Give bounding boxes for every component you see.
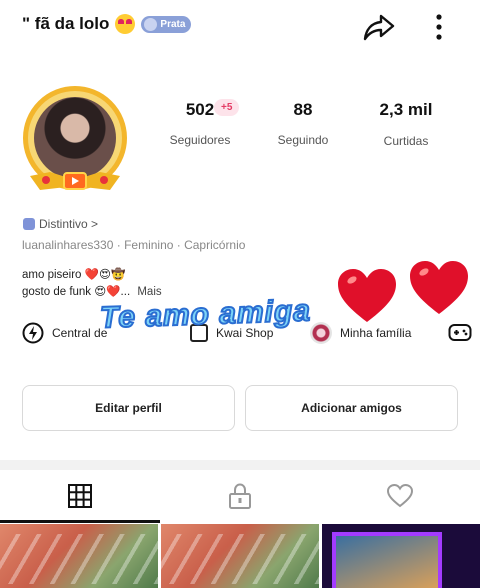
bio-more-link[interactable]: Mais bbox=[137, 286, 161, 298]
stat-value: 2,3 mil bbox=[379, 100, 433, 119]
bio-line-1: amo piseiro ❤️😍🤠 bbox=[22, 269, 126, 281]
profile-header: " fã da lolo Prata bbox=[0, 0, 480, 60]
tab-liked[interactable] bbox=[320, 470, 480, 522]
heart-outline-icon bbox=[386, 483, 414, 508]
stat-value: 88 bbox=[293, 100, 313, 119]
grid-icon bbox=[68, 484, 92, 508]
stat-label: Seguidores bbox=[169, 133, 231, 147]
video-thumbnail[interactable] bbox=[161, 524, 319, 588]
distintivo-label: Distintivo > bbox=[39, 217, 99, 231]
profile-name: " fã da lolo bbox=[22, 14, 110, 33]
heart-sticker-icon bbox=[338, 269, 396, 322]
more-options-icon[interactable] bbox=[428, 12, 450, 42]
central-link[interactable]: Central de bbox=[22, 322, 107, 344]
live-play-icon bbox=[63, 172, 87, 190]
distintivo-link[interactable]: Distintivo > bbox=[23, 217, 98, 231]
share-icon[interactable] bbox=[362, 10, 396, 44]
video-grid bbox=[0, 524, 480, 588]
central-link-label: Central de bbox=[52, 326, 108, 340]
video-thumbnail[interactable] bbox=[0, 524, 158, 588]
badge-icon bbox=[144, 17, 158, 31]
thumbnail-image bbox=[332, 532, 442, 588]
video-thumbnail[interactable] bbox=[322, 524, 480, 588]
stat-followers[interactable]: 502 Seguidores bbox=[166, 100, 234, 147]
lock-icon bbox=[229, 483, 251, 509]
content-tabs bbox=[0, 470, 480, 522]
thumbnail-image bbox=[0, 534, 158, 584]
avatar-photo bbox=[34, 97, 116, 179]
add-friends-button[interactable]: Adicionar amigos bbox=[245, 385, 458, 431]
level-badge[interactable]: Prata bbox=[141, 15, 192, 33]
lightning-icon bbox=[22, 322, 44, 344]
stat-following[interactable]: 88 Seguindo bbox=[271, 100, 335, 147]
profile-title: " fã da lolo Prata bbox=[22, 14, 192, 34]
bio-line-2: gosto de funk 😍❤️... Mais bbox=[22, 284, 162, 298]
profile-meta: luanalinhares330 · Feminino · Capricórni… bbox=[22, 238, 246, 252]
gamepad-icon[interactable] bbox=[448, 322, 472, 344]
edit-profile-button[interactable]: Editar perfil bbox=[22, 385, 235, 431]
bio-line-2-text: gosto de funk 😍❤️... bbox=[22, 286, 131, 298]
stat-value: 502 bbox=[185, 100, 215, 119]
section-divider bbox=[0, 460, 480, 470]
family-link-label: Minha família bbox=[340, 326, 412, 340]
tab-private[interactable] bbox=[160, 470, 320, 522]
heart-eyes-emoji-icon bbox=[115, 14, 136, 34]
family-avatar-icon bbox=[310, 322, 332, 344]
tab-active-indicator bbox=[0, 520, 160, 523]
thumbnail-image bbox=[161, 534, 319, 584]
tab-grid[interactable] bbox=[0, 470, 160, 522]
avatar[interactable] bbox=[20, 84, 130, 196]
stat-likes[interactable]: 2,3 mil Curtidas bbox=[372, 100, 440, 148]
level-badge-label: Prata bbox=[160, 18, 186, 30]
stat-label: Seguindo bbox=[277, 133, 329, 147]
heart-sticker-icon bbox=[410, 261, 468, 314]
stat-label: Curtidas bbox=[383, 134, 429, 148]
distintivo-icon bbox=[23, 218, 35, 230]
